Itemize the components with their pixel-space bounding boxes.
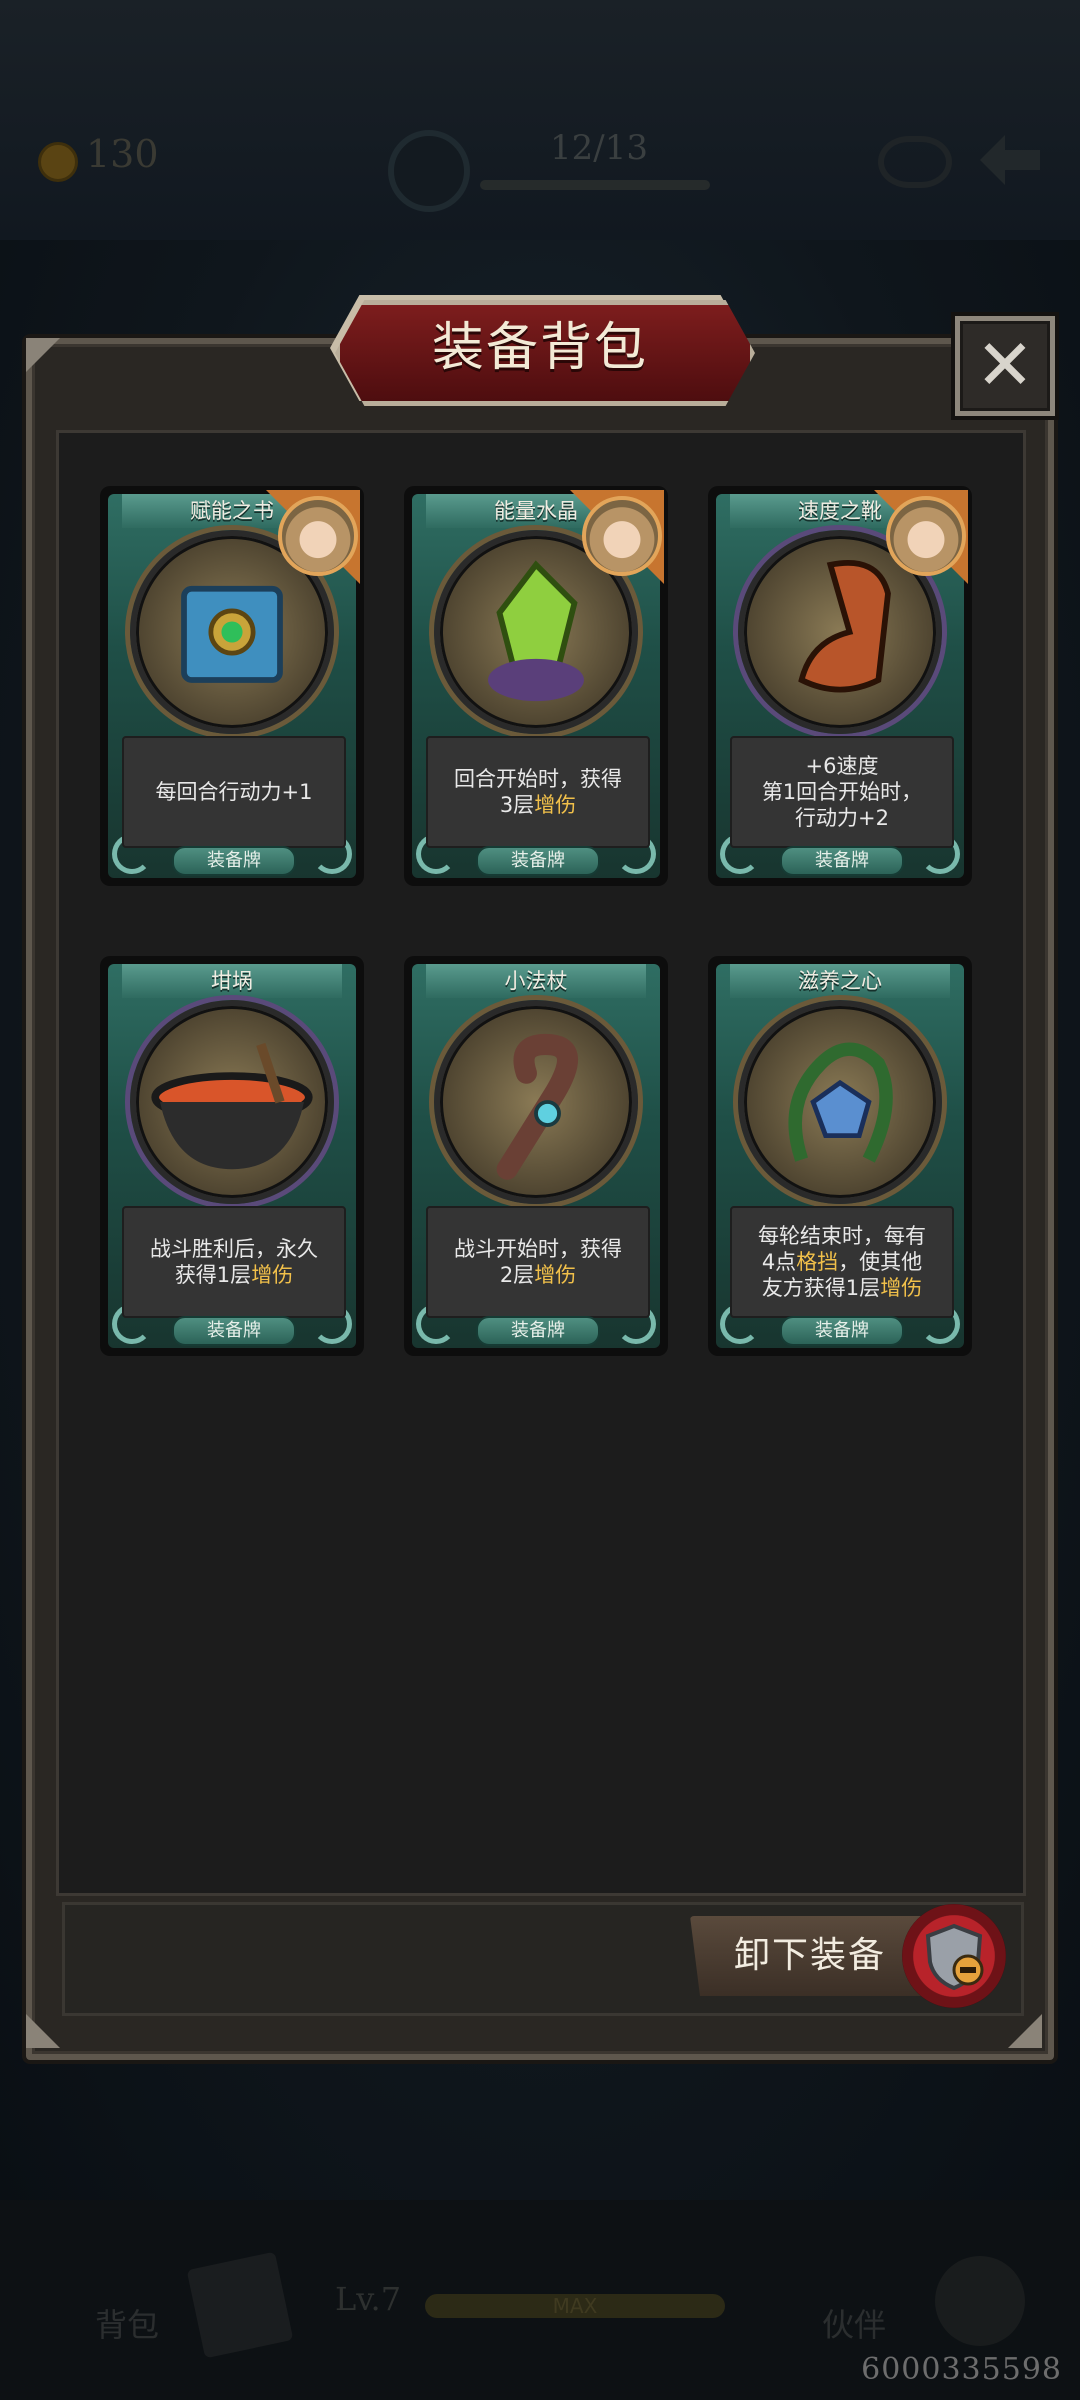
cauldron-icon bbox=[151, 1042, 313, 1170]
description-text: 战斗开始时，获得 bbox=[454, 1237, 622, 1261]
unequip-button-label[interactable]: 卸下装备 bbox=[700, 1916, 920, 1996]
keyword-highlight: 格挡 bbox=[796, 1250, 839, 1274]
unequip-badge[interactable] bbox=[902, 1904, 1006, 2008]
owner-avatar bbox=[278, 496, 358, 576]
card-type-tag: 装备牌 bbox=[476, 846, 600, 876]
card-name: 小法杖 bbox=[504, 969, 568, 993]
description-text: 第1回合开始时， bbox=[761, 780, 923, 804]
back-arrow-icon bbox=[980, 135, 1040, 185]
equipment-card[interactable]: 赋能之书 每回合行动力+1 装备牌 bbox=[100, 486, 364, 886]
level-max-text: MAX bbox=[552, 2294, 598, 2318]
user-id: 6000335598 bbox=[861, 2352, 1062, 2387]
description-text: 4点 bbox=[761, 1250, 797, 1274]
card-description: 战斗开始时，获得 2层增伤 bbox=[448, 1236, 628, 1288]
bag-book-icon bbox=[186, 2251, 294, 2359]
description-text: 战斗胜利后，永久 bbox=[150, 1237, 318, 1261]
description-text: 行动力+2 bbox=[795, 806, 889, 830]
equipment-card[interactable]: 小法杖战斗开始时，获得 2层增伤装备牌 bbox=[404, 956, 668, 1356]
keyword-highlight: 增伤 bbox=[251, 1263, 294, 1287]
card-description: 战斗胜利后，永久 获得1层增伤 bbox=[144, 1236, 324, 1288]
stage-progress-bar bbox=[480, 180, 710, 190]
bag-nav-label: 背包 bbox=[95, 2306, 160, 2344]
card-description: 回合开始时，获得 3层增伤 bbox=[448, 766, 628, 818]
close-icon: ✕ bbox=[975, 324, 1035, 406]
card-name: 坩埚 bbox=[211, 969, 253, 993]
card-description: +6速度 第1回合开始时， 行动力+2 bbox=[756, 753, 928, 831]
eye-icon bbox=[878, 136, 952, 188]
card-description-box: 战斗开始时，获得 2层增伤 bbox=[426, 1206, 650, 1318]
portal-icon bbox=[388, 130, 470, 212]
description-text: 获得1层 bbox=[174, 1263, 252, 1287]
stage-progress-text: 12/13 bbox=[550, 128, 648, 168]
shield-minus-icon bbox=[925, 1923, 984, 1991]
description-text: 每轮结束时，每有 bbox=[758, 1224, 926, 1248]
level-bar: MAX bbox=[425, 2294, 725, 2318]
equipment-card[interactable]: 坩埚战斗胜利后，永久 获得1层增伤装备牌 bbox=[100, 956, 364, 1356]
partner-dog-icon bbox=[935, 2256, 1025, 2346]
card-type-tag: 装备牌 bbox=[780, 846, 904, 876]
top-hud bbox=[0, 0, 1080, 240]
card-description-box: 每回合行动力+1 bbox=[122, 736, 346, 848]
card-type-tag: 装备牌 bbox=[476, 1316, 600, 1346]
card-description-box: 战斗胜利后，永久 获得1层增伤 bbox=[122, 1206, 346, 1318]
coin-icon bbox=[38, 142, 78, 182]
card-description-box: 回合开始时，获得 3层增伤 bbox=[426, 736, 650, 848]
keyword-highlight: 增伤 bbox=[880, 1276, 923, 1300]
card-type-tag: 装备牌 bbox=[172, 1316, 296, 1346]
card-type-tag: 装备牌 bbox=[780, 1316, 904, 1346]
description-text: 2层 bbox=[499, 1263, 535, 1287]
description-text: 3层 bbox=[499, 793, 535, 817]
close-button[interactable]: ✕ bbox=[955, 316, 1055, 416]
card-art bbox=[130, 1000, 334, 1204]
keyword-highlight: 增伤 bbox=[534, 1263, 577, 1287]
keyword-highlight: 增伤 bbox=[534, 793, 577, 817]
level-label: Lv.7 bbox=[335, 2280, 402, 2318]
partner-nav-label: 伙伴 bbox=[822, 2306, 887, 2344]
coin-count: 130 bbox=[86, 132, 159, 176]
description-text: 回合开始时，获得 bbox=[454, 767, 622, 791]
card-description-box: 每轮结束时，每有 4点格挡，使其他 友方获得1层增伤 bbox=[730, 1206, 954, 1318]
heart-vine-icon bbox=[788, 1042, 893, 1163]
description-text: ，使其他 bbox=[838, 1250, 923, 1274]
card-art bbox=[738, 1000, 942, 1204]
card-description: 每轮结束时，每有 4点格挡，使其他 友方获得1层增伤 bbox=[752, 1223, 932, 1301]
owner-avatar bbox=[886, 496, 966, 576]
equipment-card[interactable]: 速度之靴 +6速度 第1回合开始时， 行动力+2 装备牌 bbox=[708, 486, 972, 886]
staff-icon bbox=[496, 1033, 579, 1180]
card-type-tag: 装备牌 bbox=[172, 846, 296, 876]
modal-title: 装备背包 bbox=[431, 318, 648, 378]
description-text: 每回合行动力+1 bbox=[155, 780, 313, 804]
description-text: 友方获得1层 bbox=[761, 1276, 881, 1300]
card-description: 每回合行动力+1 bbox=[150, 779, 319, 805]
card-name: 滋养之心 bbox=[798, 969, 882, 993]
owner-avatar bbox=[582, 496, 662, 576]
card-description-box: +6速度 第1回合开始时， 行动力+2 bbox=[730, 736, 954, 848]
card-art bbox=[434, 1000, 638, 1204]
equipment-card[interactable]: 滋养之心每轮结束时，每有 4点格挡，使其他 友方获得1层增伤装备牌 bbox=[708, 956, 972, 1356]
description-text: +6速度 bbox=[805, 754, 879, 778]
equipment-card[interactable]: 能量水晶 回合开始时，获得 3层增伤 装备牌 bbox=[404, 486, 668, 886]
